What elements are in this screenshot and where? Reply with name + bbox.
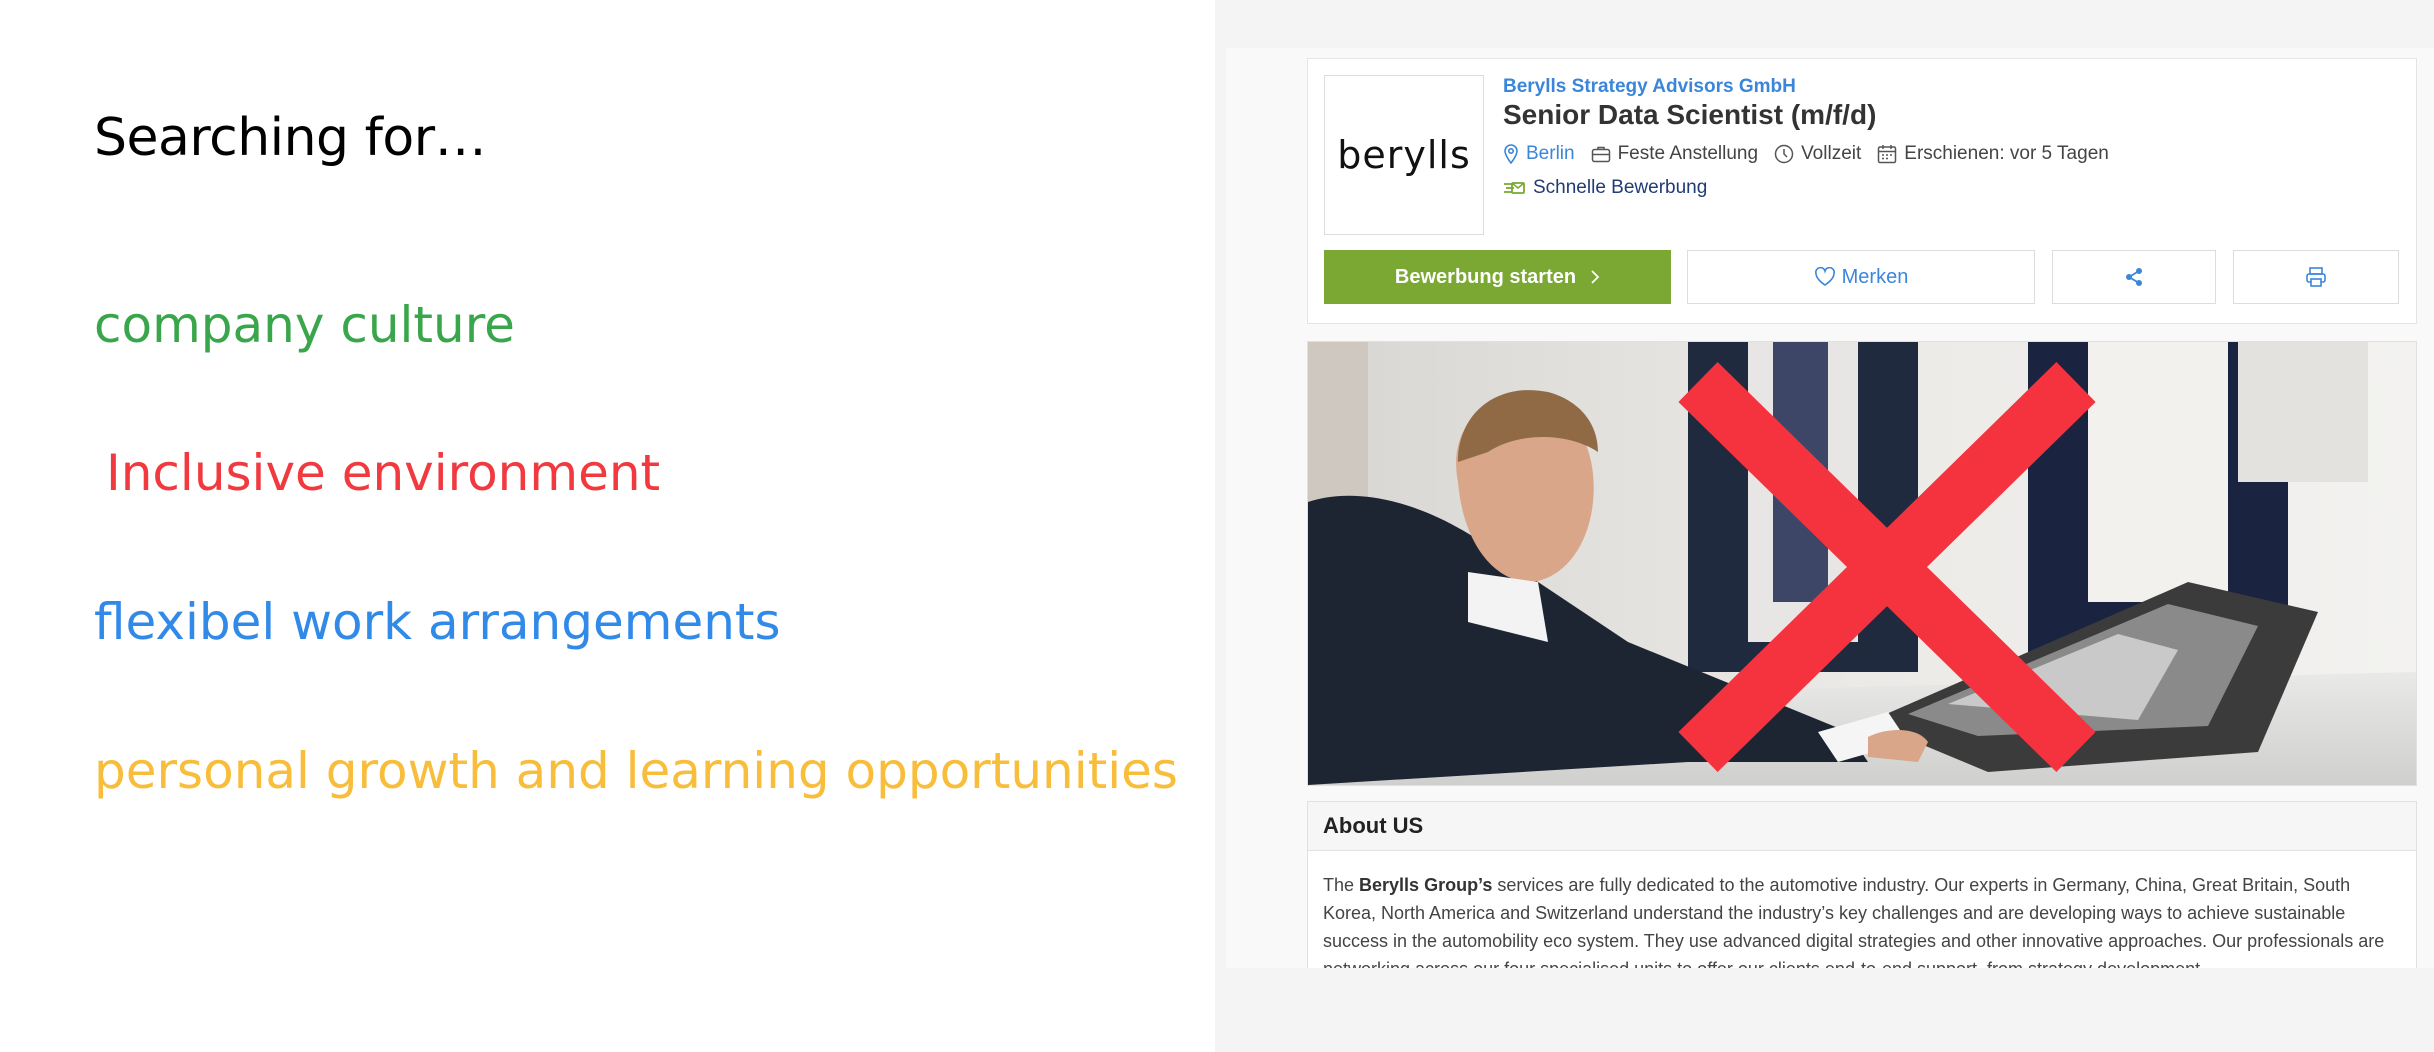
chevron-right-icon: [1590, 269, 1600, 285]
criterion-inclusive-environment: Inclusive environment: [106, 444, 661, 502]
criterion-company-culture: company culture: [94, 296, 515, 354]
job-location[interactable]: Berlin: [1503, 143, 1575, 165]
job-posted-text: Erschienen: vor 5 Tagen: [1904, 143, 2109, 164]
criterion-personal-growth: personal growth and learning opportuniti…: [94, 742, 1178, 800]
about-heading: About US: [1308, 802, 2416, 851]
briefcase-icon: [1591, 145, 1611, 163]
hero-photo: [1308, 342, 2416, 785]
job-hours: Vollzeit: [1774, 143, 1861, 165]
criterion-flexible-work: flexibel work arrangements: [94, 593, 781, 651]
company-name-link[interactable]: Berylls Strategy Advisors GmbH: [1503, 76, 1796, 98]
job-hero-image: [1307, 341, 2417, 786]
share-icon: [2124, 267, 2144, 287]
about-section: About US The Berylls Group’s services ar…: [1307, 801, 2417, 973]
share-button[interactable]: [2052, 250, 2216, 304]
job-employment-type-text: Feste Anstellung: [1617, 143, 1759, 164]
quick-apply-text: Schnelle Bewerbung: [1533, 177, 1708, 198]
map-pin-icon: [1503, 144, 1519, 164]
quick-apply-icon: [1503, 181, 1525, 195]
slide-panel: Searching for… company culture Inclusive…: [0, 0, 1215, 1052]
company-logo[interactable]: berylls: [1324, 75, 1484, 235]
printer-icon: [2305, 266, 2327, 288]
about-text: The Berylls Group’s services are fully d…: [1308, 851, 2416, 972]
about-brand: Berylls Group’s: [1359, 875, 1493, 895]
company-logo-text: berylls: [1337, 133, 1471, 177]
save-button-label: Merken: [1841, 265, 1909, 288]
quick-apply-badge: Schnelle Bewerbung: [1503, 177, 1707, 199]
about-text-start: The: [1323, 875, 1360, 895]
apply-button-label: Bewerbung starten: [1394, 265, 1577, 288]
job-posted: Erschienen: vor 5 Tagen: [1877, 143, 2109, 165]
apply-button[interactable]: Bewerbung starten: [1324, 250, 1671, 304]
calendar-icon: [1877, 144, 1897, 164]
job-title: Senior Data Scientist (m/f/d): [1503, 99, 1877, 130]
clock-icon: [1774, 144, 1794, 164]
save-button[interactable]: Merken: [1687, 250, 2035, 304]
job-employment-type: Feste Anstellung: [1591, 143, 1758, 165]
print-button[interactable]: [2233, 250, 2399, 304]
slide-heading: Searching for…: [94, 108, 487, 168]
job-meta: Berlin Feste Anstellung Vollzeit Erschie…: [1503, 143, 2109, 165]
heart-icon: [1814, 267, 1836, 287]
page-bottom: [1226, 968, 2434, 1052]
job-location-text: Berlin: [1526, 143, 1575, 164]
job-header-card: berylls Berylls Strategy Advisors GmbH S…: [1307, 58, 2417, 324]
job-hours-text: Vollzeit: [1801, 143, 1862, 164]
